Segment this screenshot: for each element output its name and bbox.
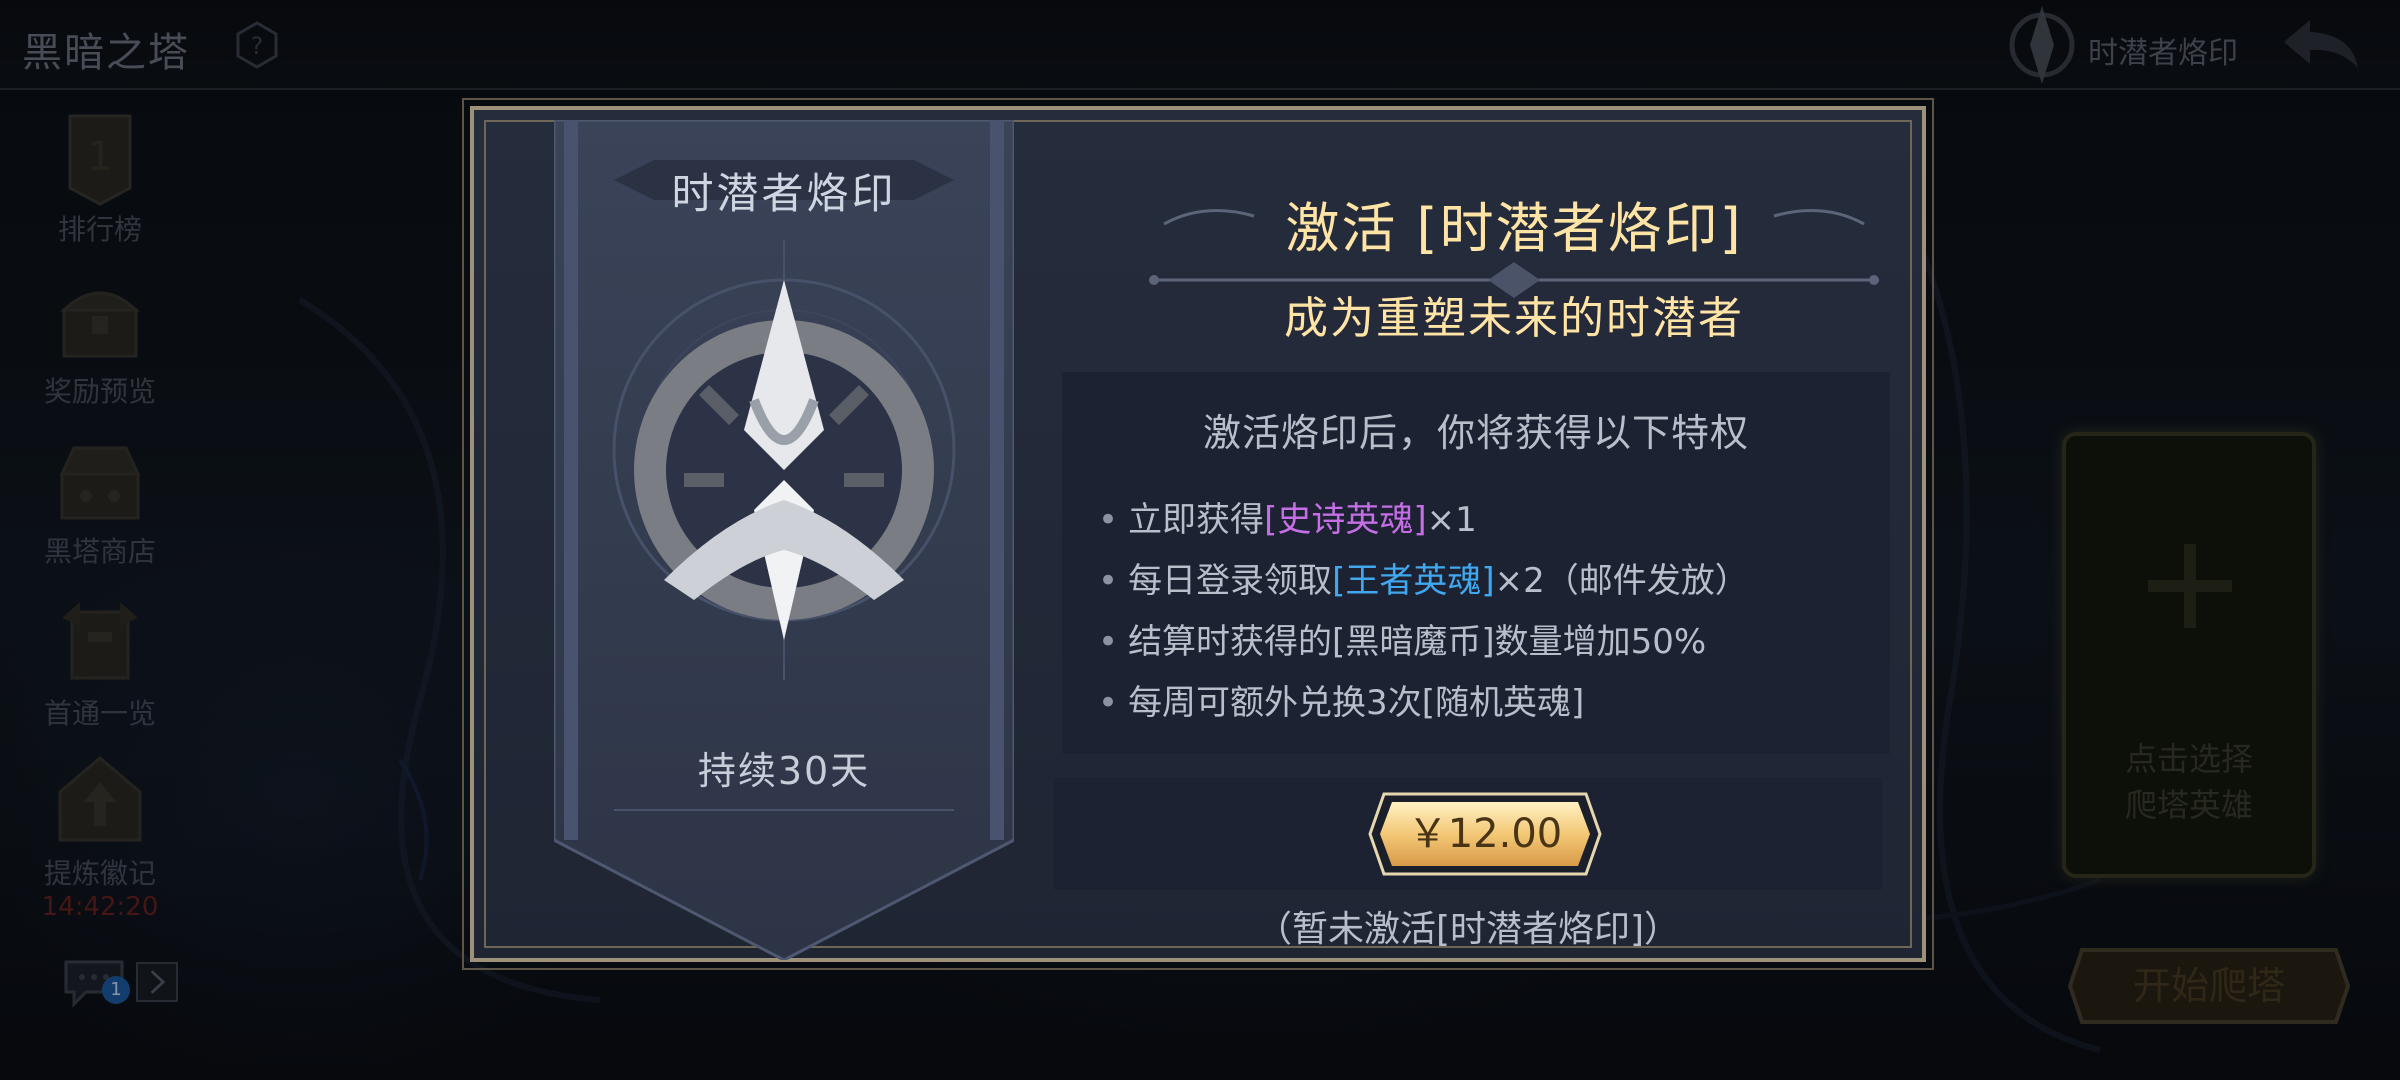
bullet: •	[1098, 683, 1119, 723]
duration-label: 持续30天	[697, 749, 871, 793]
list-item: • 每周可额外兑换3次[随机英魂]	[1098, 673, 1749, 734]
bullet: •	[1098, 622, 1119, 662]
activation-modal: 时潜者烙印 持续30天 激活 [时潜者烙印] 成为重塑未来的时潜者 激活烙印后，…	[462, 98, 1934, 970]
list-item: • 结算时获得的[黑暗魔币]数量增加50%	[1098, 612, 1749, 673]
time-diver-emblem-icon	[634, 280, 934, 640]
list-item: • 立即获得[史诗英魂]×1	[1098, 490, 1749, 551]
privilege-text: 每周可额外兑换3次[随机英魂]	[1128, 683, 1585, 723]
bullet: •	[1098, 561, 1119, 601]
activation-status: （暂未激活[时潜者烙印]）	[1255, 909, 1681, 950]
privilege-list: • 立即获得[史诗英魂]×1 • 每日登录领取[王者英魂]×2（邮件发放） • 结算时…	[1098, 490, 1749, 734]
epic-soul-highlight: [史诗英魂]	[1264, 500, 1427, 540]
privilege-heading: 激活烙印后，你将获得以下特权	[1202, 411, 1749, 455]
bullet: •	[1098, 500, 1119, 540]
privilege-suffix: ×2（邮件发放）	[1494, 561, 1749, 601]
activate-subtitle: 成为重塑未来的时潜者	[1284, 293, 1744, 344]
privilege-panel: 激活烙印后，你将获得以下特权 • 立即获得[史诗英魂]×1 • 每日登录领取[王者英…	[1062, 372, 1890, 754]
banner-title: 时潜者烙印	[671, 169, 897, 218]
privilege-text: 每日登录领取	[1128, 561, 1333, 601]
privilege-text: 结算时获得的[黑暗魔币]数量增加50%	[1128, 622, 1707, 662]
purchase-button[interactable]: ￥12.00	[1366, 790, 1604, 878]
activate-title: 激活 [时潜者烙印]	[1285, 197, 1743, 260]
privilege-suffix: ×1	[1426, 500, 1477, 540]
purchase-row: ￥12.00	[1054, 778, 1882, 890]
privilege-text: 立即获得	[1128, 500, 1265, 540]
list-item: • 每日登录领取[王者英魂]×2（邮件发放）	[1098, 551, 1749, 612]
king-soul-highlight: [王者英魂]	[1332, 561, 1495, 601]
price-label: ￥12.00	[1407, 811, 1563, 857]
